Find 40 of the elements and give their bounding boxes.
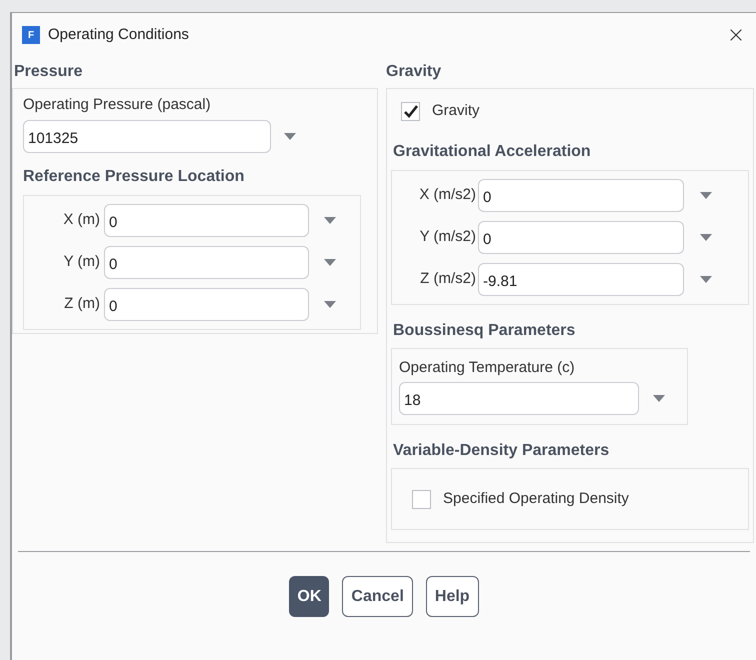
- section-heading: Variable-Density Parameters: [392, 441, 610, 461]
- caret-icon[interactable]: [324, 258, 336, 266]
- section-heading: Gravitational Acceleration: [392, 142, 592, 162]
- field-label: Z (m/s2): [419, 268, 477, 289]
- caret-icon[interactable]: [324, 300, 336, 308]
- input-field[interactable]: 101325: [23, 120, 271, 152]
- input-field[interactable]: 0: [104, 288, 309, 320]
- input-field[interactable]: 0: [104, 246, 309, 278]
- field-label: Operating Pressure (pascal): [23, 95, 212, 115]
- caret-icon[interactable]: [700, 234, 712, 240]
- input-field[interactable]: 0: [478, 220, 684, 254]
- input-field[interactable]: 18: [399, 382, 639, 415]
- field-label: X (m): [62, 210, 101, 230]
- window-title: Operating Conditions: [48, 24, 189, 45]
- section-heading: Pressure: [13, 62, 84, 82]
- section-heading: Gravity: [386, 62, 442, 82]
- field-label: Y (m): [62, 252, 101, 272]
- input-field[interactable]: 0: [104, 204, 309, 236]
- dialog-button[interactable]: Cancel: [342, 576, 413, 617]
- checkbox-label: Gravity: [432, 101, 480, 121]
- caret-icon[interactable]: [324, 216, 336, 224]
- input-field[interactable]: -9.81: [478, 262, 684, 296]
- section-heading: Reference Pressure Location: [23, 166, 246, 186]
- checkbox[interactable]: [401, 102, 420, 121]
- dialog-button[interactable]: Help: [426, 576, 479, 617]
- input-field[interactable]: 0: [478, 178, 684, 212]
- checkbox-label: Specified Operating Density: [443, 488, 629, 509]
- section-heading: Boussinesq Parameters: [392, 320, 576, 340]
- caret-icon[interactable]: [700, 192, 712, 198]
- caret-icon[interactable]: [284, 132, 296, 140]
- field-label: Z (m): [63, 294, 101, 314]
- app-logo: F: [22, 26, 40, 44]
- field-label: X (m/s2): [418, 184, 477, 205]
- dialog-button[interactable]: OK: [289, 576, 330, 617]
- field-label: Operating Temperature (c): [399, 358, 576, 378]
- caret-icon[interactable]: [653, 395, 665, 402]
- checkmark-icon: [404, 104, 418, 118]
- caret-icon[interactable]: [700, 276, 712, 282]
- field-label: Y (m/s2): [418, 226, 477, 247]
- checkbox[interactable]: [412, 490, 431, 508]
